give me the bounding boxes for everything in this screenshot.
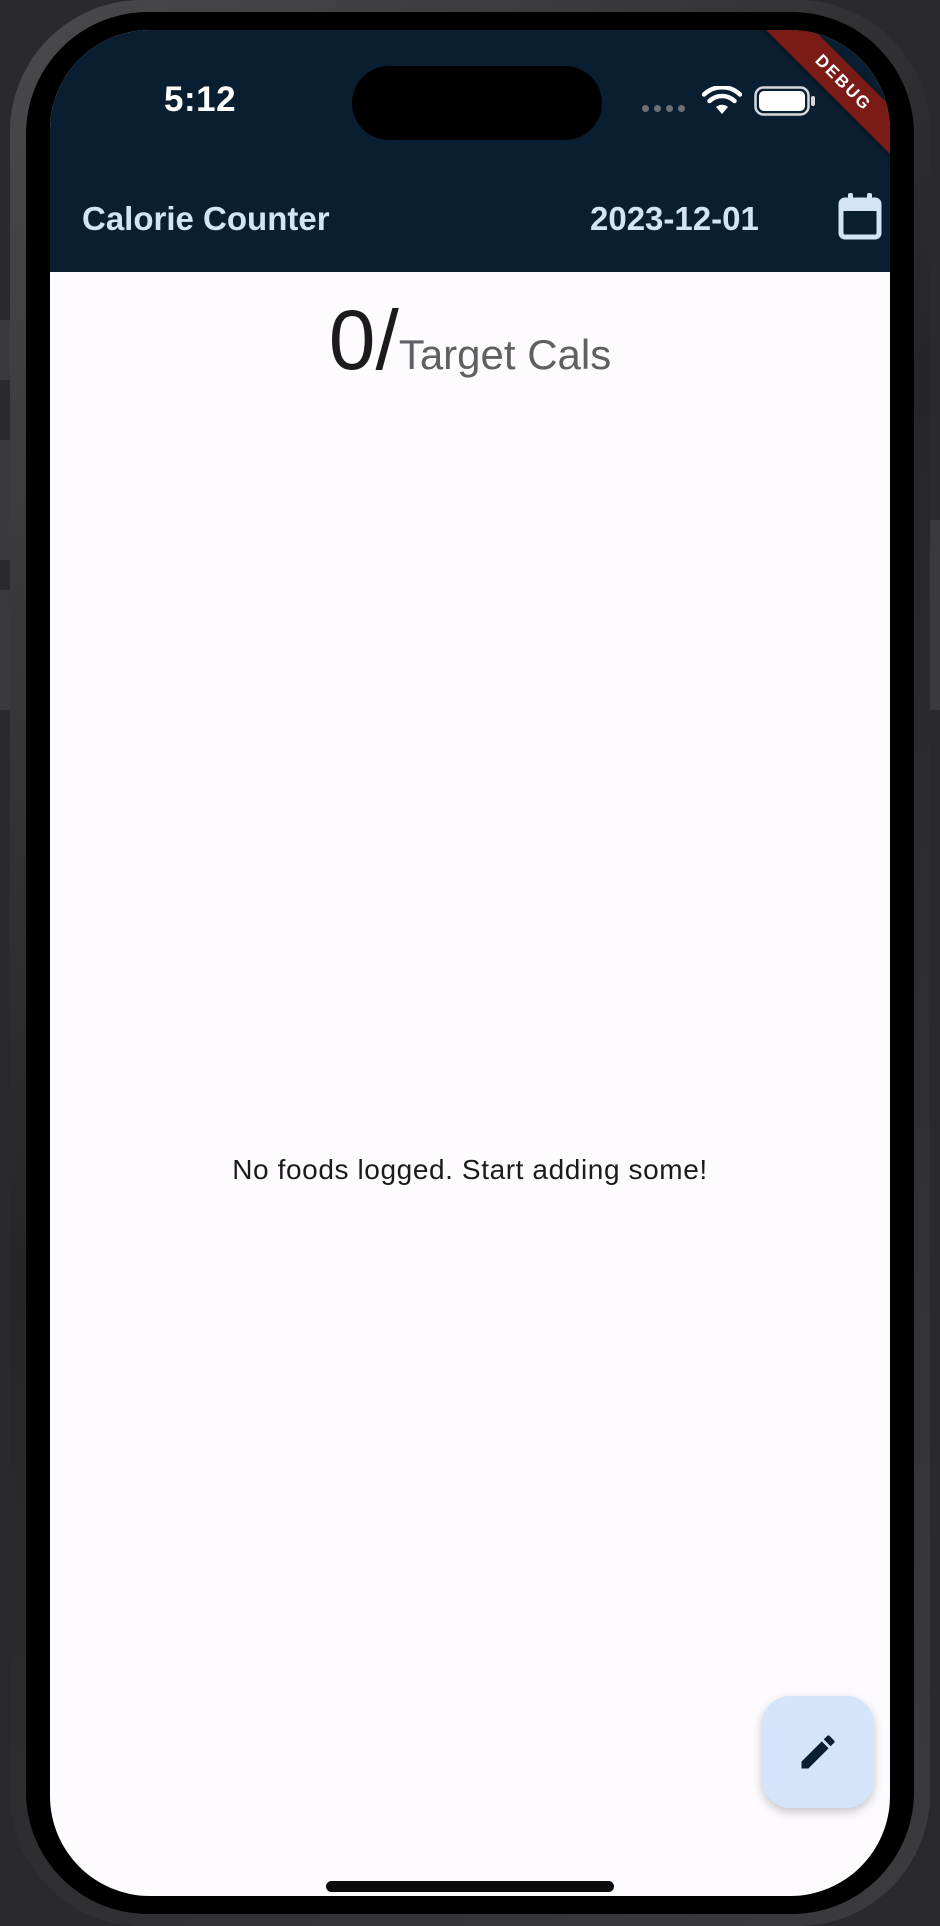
edit-icon [801,1735,835,1769]
target-calories-label: Target Cals [398,331,612,378]
calorie-summary: 0/Target Cals [50,292,890,389]
wifi-icon [702,86,742,114]
cellular-signal-icon [642,105,685,112]
calendar-icon[interactable] [838,192,882,240]
selected-date[interactable]: 2023-12-01 [590,200,759,238]
device-stage: 5:12 DEBUG Calorie Counter 2023-12-01 0/… [0,0,940,1926]
empty-state-message: No foods logged. Start adding some! [232,1154,708,1185]
phone-frame: 5:12 DEBUG Calorie Counter 2023-12-01 0/… [10,0,930,1926]
add-food-button[interactable] [762,1696,874,1808]
battery-icon [754,86,815,116]
app-screen: 5:12 DEBUG Calorie Counter 2023-12-01 0/… [50,30,890,1896]
status-time: 5:12 [164,80,237,119]
app-bar: 5:12 DEBUG Calorie Counter 2023-12-01 [50,30,890,272]
calorie-separator: / [375,293,399,387]
calories-consumed: 0 [328,293,376,387]
dynamic-island [352,66,602,140]
phone-bezel: 5:12 DEBUG Calorie Counter 2023-12-01 0/… [26,12,914,1914]
app-title: Calorie Counter [82,200,330,237]
home-indicator[interactable] [326,1881,614,1892]
